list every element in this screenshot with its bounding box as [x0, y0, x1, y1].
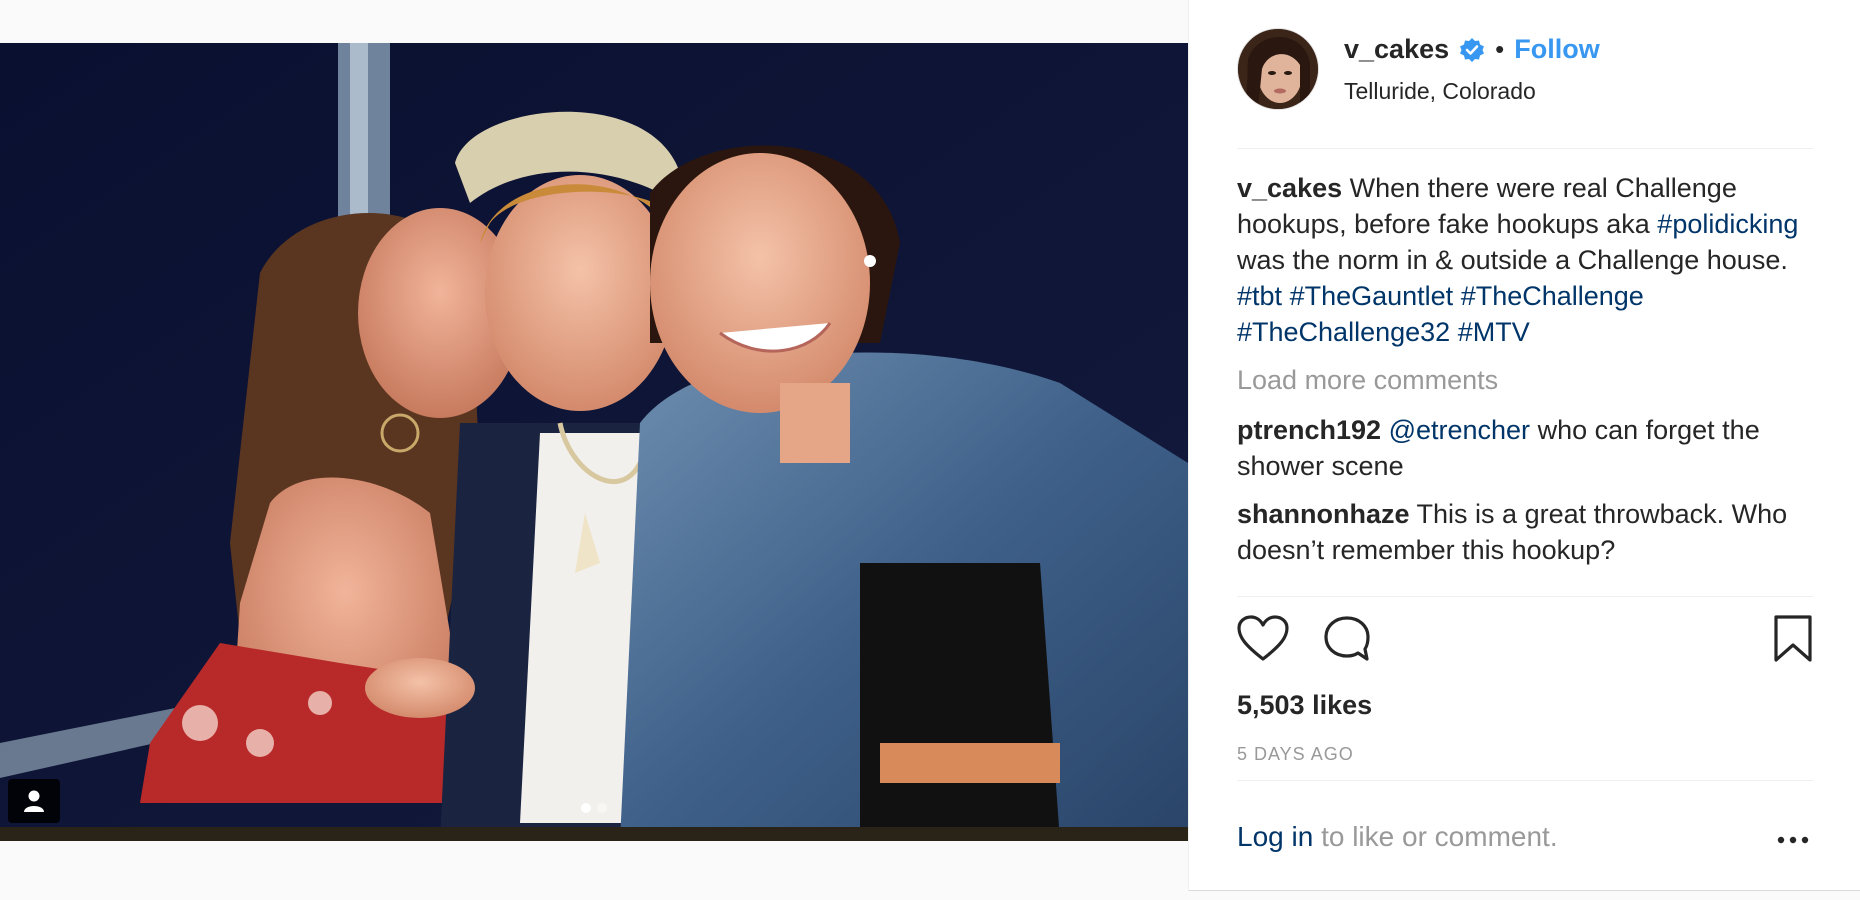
- post-timestamp[interactable]: 5 DAYS AGO: [1237, 744, 1354, 765]
- instagram-post-page: v_cakes • Follow Telluride, Colorado v_c…: [0, 0, 1860, 900]
- comment-item: shannonhaze This is a great throwback. W…: [1237, 496, 1813, 568]
- likes-count[interactable]: 5,503 likes: [1237, 690, 1372, 721]
- heart-icon[interactable]: [1237, 615, 1289, 663]
- carousel-indicator: [581, 803, 607, 813]
- login-prompt-text: to like or comment.: [1313, 821, 1558, 852]
- comment-item: ptrench192 @etrencher who can forget the…: [1237, 412, 1813, 484]
- hashtag-link[interactable]: #TheGauntlet: [1290, 281, 1454, 311]
- hashtag-link[interactable]: #TheChallenge32: [1237, 317, 1450, 347]
- comments-section[interactable]: v_cakes When there were real Challenge h…: [1237, 170, 1813, 597]
- username[interactable]: v_cakes: [1344, 34, 1449, 65]
- login-link[interactable]: Log in: [1237, 821, 1313, 852]
- comment-bubble-icon[interactable]: [1323, 615, 1371, 663]
- caption: v_cakes When there were real Challenge h…: [1237, 170, 1813, 350]
- post-photo[interactable]: [0, 43, 1188, 841]
- separator-dot: •: [1495, 34, 1505, 64]
- comment-author[interactable]: ptrench192: [1237, 415, 1381, 445]
- user-tag-icon: [24, 790, 44, 812]
- post-side-panel: v_cakes • Follow Telluride, Colorado v_c…: [1188, 0, 1860, 891]
- login-prompt: Log in to like or comment.: [1237, 821, 1558, 853]
- comment-author[interactable]: shannonhaze: [1237, 499, 1410, 529]
- bookmark-icon[interactable]: [1773, 615, 1813, 663]
- post-footer: Log in to like or comment.: [1237, 780, 1813, 891]
- user-row: v_cakes • Follow: [1344, 34, 1600, 65]
- carousel-dot-active[interactable]: [581, 803, 591, 813]
- location-link[interactable]: Telluride, Colorado: [1344, 78, 1536, 105]
- carousel-dot[interactable]: [597, 803, 607, 813]
- avatar[interactable]: [1237, 28, 1319, 110]
- caption-author[interactable]: v_cakes: [1237, 173, 1342, 203]
- post-header: v_cakes • Follow Telluride, Colorado: [1237, 28, 1813, 149]
- user-tag-button[interactable]: [8, 779, 60, 823]
- more-options-icon[interactable]: [1773, 825, 1813, 855]
- action-bar: [1237, 615, 1813, 675]
- hashtag-link[interactable]: #polidicking: [1657, 209, 1798, 239]
- follow-button[interactable]: Follow: [1514, 34, 1599, 65]
- photo-illustration: [0, 43, 1188, 841]
- verified-badge-icon: [1460, 37, 1485, 62]
- mention-link[interactable]: @etrencher: [1389, 415, 1530, 445]
- hashtag-link[interactable]: #MTV: [1458, 317, 1530, 347]
- hashtag-link[interactable]: #TheChallenge: [1461, 281, 1644, 311]
- caption-text: was the norm in & outside a Challenge ho…: [1237, 245, 1788, 275]
- load-more-comments-button[interactable]: Load more comments: [1237, 362, 1813, 398]
- avatar-image: [1238, 29, 1318, 109]
- hashtag-link[interactable]: #tbt: [1237, 281, 1282, 311]
